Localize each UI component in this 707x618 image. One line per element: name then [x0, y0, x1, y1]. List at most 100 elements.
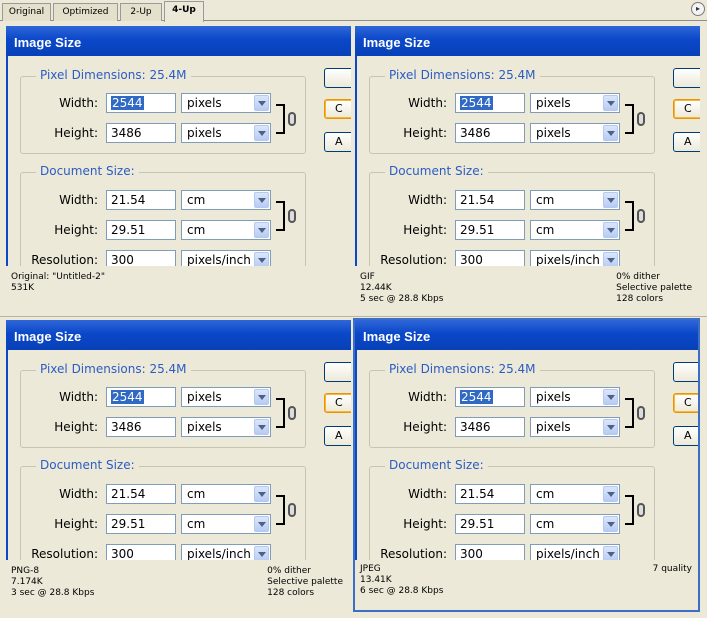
preview-image[interactable]: Image Size Pixel Dimensions: 25.4M Width… — [6, 320, 351, 560]
dialog-title: Image Size — [355, 26, 700, 56]
ok-button[interactable] — [673, 362, 698, 382]
tab-4-up[interactable]: 4-Up — [164, 1, 204, 22]
resolution-unit-select[interactable]: pixels/inch — [530, 544, 620, 560]
resolution-unit-select[interactable]: pixels/inch — [181, 250, 271, 266]
doc-width-unit-select[interactable]: cm — [530, 484, 620, 504]
doc-height-label: Height: — [54, 223, 98, 237]
ok-button[interactable] — [673, 68, 700, 88]
doc-height-field[interactable]: 29.51 — [455, 514, 525, 534]
dialog-title: Image Size — [355, 320, 698, 350]
doc-height-unit-select[interactable]: cm — [181, 220, 271, 240]
doc-width-field[interactable]: 21.54 — [455, 484, 525, 504]
info-size: 12.44K — [360, 283, 392, 293]
unit-label: cm — [187, 193, 206, 207]
ok-button[interactable] — [324, 68, 351, 88]
view-tab-bar: Original Optimized 2-Up 4-Up ▸ — [0, 0, 707, 22]
unit-label: pixels/inch — [536, 253, 600, 266]
chevron-down-icon — [603, 516, 618, 532]
chevron-down-icon — [254, 516, 269, 532]
resolution-unit-select[interactable]: pixels/inch — [530, 250, 620, 266]
chain-link-icon — [288, 112, 296, 126]
chevron-down-icon — [603, 252, 618, 266]
tab-original[interactable]: Original — [2, 3, 51, 21]
unit-label: pixels — [536, 126, 571, 140]
panel-menu-icon[interactable]: ▸ — [691, 2, 705, 16]
doc-width-label: Width: — [59, 487, 98, 501]
resolution-unit-select[interactable]: pixels/inch — [181, 544, 271, 560]
resolution-field[interactable]: 300 — [106, 544, 176, 560]
cancel-button[interactable]: C — [324, 99, 351, 119]
preview-panel-original[interactable]: Image Size Pixel Dimensions: 25.4M Width… — [6, 26, 351, 316]
pixel-height-unit-select[interactable]: pixels — [181, 417, 271, 437]
info-setting-1: 7 quality — [652, 564, 692, 574]
doc-width-field[interactable]: 21.54 — [106, 484, 176, 504]
pixel-width-unit-select[interactable]: pixels — [530, 387, 620, 407]
constrain-bracket — [625, 201, 634, 231]
doc-width-unit-select[interactable]: cm — [181, 190, 271, 210]
unit-label: pixels — [187, 390, 222, 404]
pixel-height-unit-select[interactable]: pixels — [181, 123, 271, 143]
chevron-down-icon — [603, 192, 618, 208]
pixel-width-value: 2544 — [460, 390, 493, 404]
preview-image[interactable]: Image Size Pixel Dimensions: 25.4M Width… — [355, 320, 698, 560]
chevron-down-icon — [603, 419, 618, 435]
doc-width-unit-select[interactable]: cm — [181, 484, 271, 504]
pixel-height-field[interactable]: 3486 — [106, 417, 176, 437]
doc-height-field[interactable]: 29.51 — [106, 220, 176, 240]
preview-panel-jpeg[interactable]: Image Size Pixel Dimensions: 25.4M Width… — [353, 318, 700, 612]
cancel-button[interactable]: C — [324, 393, 351, 413]
resolution-label: Resolution: — [380, 547, 447, 560]
chevron-down-icon — [603, 486, 618, 502]
pixel-height-field[interactable]: 3486 — [455, 417, 525, 437]
info-format: Original: "Untitled-2" — [11, 272, 105, 282]
pixel-height-unit-select[interactable]: pixels — [530, 417, 620, 437]
pixel-width-field[interactable]: 2544 — [455, 93, 525, 113]
width-label: Width: — [408, 390, 447, 404]
auto-button[interactable]: A — [324, 132, 351, 152]
tab-optimized[interactable]: Optimized — [53, 3, 118, 21]
pixel-dimensions-label: Pixel Dimensions: 25.4M — [36, 68, 191, 82]
doc-height-label: Height: — [403, 223, 447, 237]
preview-panel-gif[interactable]: Image Size Pixel Dimensions: 25.4M Width… — [355, 26, 700, 316]
unit-label: pixels/inch — [187, 253, 251, 266]
pixel-width-unit-select[interactable]: pixels — [181, 93, 271, 113]
optimization-info: PNG-8 7.174K 3 sec @ 28.8 Kbps 0% dither… — [6, 562, 351, 610]
auto-button[interactable]: A — [673, 132, 700, 152]
preview-image[interactable]: Image Size Pixel Dimensions: 25.4M Width… — [6, 26, 351, 266]
doc-height-field[interactable]: 29.51 — [455, 220, 525, 240]
pixel-width-field[interactable]: 2544 — [106, 387, 176, 407]
pixel-width-field[interactable]: 2544 — [455, 387, 525, 407]
info-setting-1: 0% dither — [616, 272, 660, 282]
pixel-width-unit-select[interactable]: pixels — [530, 93, 620, 113]
chevron-down-icon — [254, 192, 269, 208]
doc-height-unit-select[interactable]: cm — [530, 514, 620, 534]
resolution-field[interactable]: 300 — [106, 250, 176, 266]
doc-width-unit-select[interactable]: cm — [530, 190, 620, 210]
doc-width-field[interactable]: 21.54 — [455, 190, 525, 210]
cancel-button[interactable]: C — [673, 393, 698, 413]
preview-image[interactable]: Image Size Pixel Dimensions: 25.4M Width… — [355, 26, 700, 266]
doc-width-field[interactable]: 21.54 — [106, 190, 176, 210]
unit-label: pixels/inch — [187, 547, 251, 560]
pixel-width-field[interactable]: 2544 — [106, 93, 176, 113]
info-setting-2: Selective palette — [616, 283, 692, 293]
ok-button[interactable] — [324, 362, 351, 382]
cancel-button[interactable]: C — [673, 99, 700, 119]
pixel-height-field[interactable]: 3486 — [455, 123, 525, 143]
auto-button[interactable]: A — [673, 426, 698, 446]
pixel-height-unit-select[interactable]: pixels — [530, 123, 620, 143]
pixel-height-field[interactable]: 3486 — [106, 123, 176, 143]
resolution-field[interactable]: 300 — [455, 250, 525, 266]
pixel-width-unit-select[interactable]: pixels — [181, 387, 271, 407]
doc-width-label: Width: — [408, 487, 447, 501]
auto-button[interactable]: A — [324, 426, 351, 446]
document-size-label: Document Size: — [36, 458, 139, 472]
tab-2-up[interactable]: 2-Up — [120, 3, 162, 21]
doc-height-label: Height: — [403, 517, 447, 531]
preview-panel-png8[interactable]: Image Size Pixel Dimensions: 25.4M Width… — [6, 320, 351, 610]
chevron-down-icon — [603, 546, 618, 560]
resolution-field[interactable]: 300 — [455, 544, 525, 560]
doc-height-field[interactable]: 29.51 — [106, 514, 176, 534]
doc-height-unit-select[interactable]: cm — [530, 220, 620, 240]
doc-height-unit-select[interactable]: cm — [181, 514, 271, 534]
